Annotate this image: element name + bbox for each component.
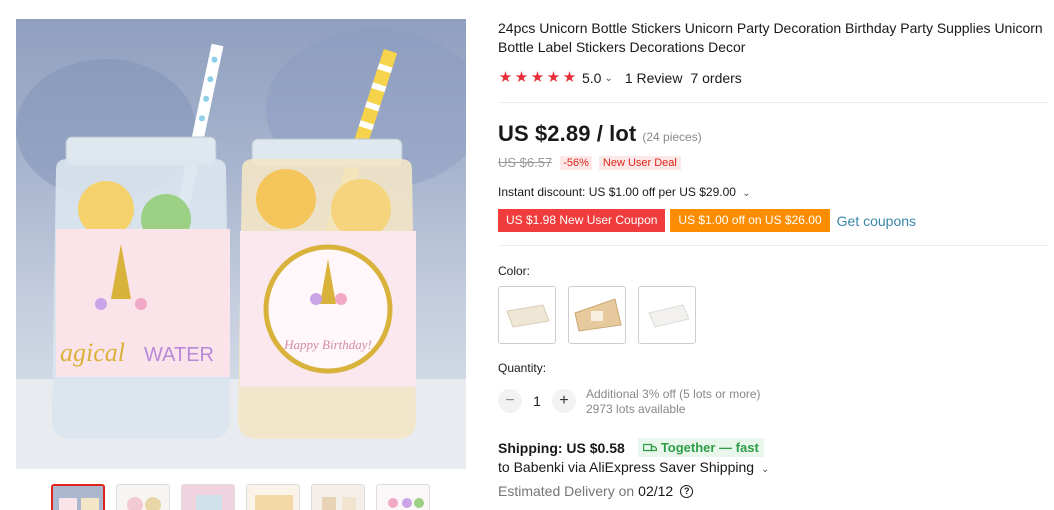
new-user-coupon[interactable]: US $1.98 New User Coupon xyxy=(498,209,666,232)
together-fast-badge: Together — fast xyxy=(637,438,764,457)
color-label: Color: xyxy=(498,264,531,278)
thumbnail-6[interactable] xyxy=(376,484,430,510)
chevron-down-icon: ⌄ xyxy=(760,464,770,475)
delivery-prefix: Estimated Delivery on xyxy=(498,483,635,499)
color-option-1[interactable] xyxy=(498,286,556,344)
svg-text:WATER: WATER xyxy=(144,344,214,366)
color-option-3[interactable] xyxy=(638,286,696,344)
quantity-note: Additional 3% off (5 lots or more) 2973 … xyxy=(586,387,761,417)
estimated-delivery: Estimated Delivery on 02/12 ? xyxy=(498,483,694,499)
main-product-image[interactable]: agical WATER Happy Birthday! xyxy=(16,19,466,469)
stock-available: 2973 lots available xyxy=(586,402,686,416)
chevron-down-icon: ⌄ xyxy=(742,188,751,199)
original-price-row: US $6.57 -56% New User Deal xyxy=(498,155,681,170)
discount-badge: -56% xyxy=(560,155,592,170)
shipping-row: Shipping: US $0.58 Together — fast xyxy=(498,438,764,457)
together-fast-label: Together — fast xyxy=(660,440,759,455)
original-price: US $6.57 xyxy=(498,155,553,170)
delivery-date: 02/12 xyxy=(638,483,674,499)
decrease-quantity-button[interactable]: − xyxy=(498,389,522,413)
star-icon: ★ xyxy=(514,69,529,86)
rating-score[interactable]: 5.0 xyxy=(582,70,601,86)
rating-row: ★ ★ ★ ★ ★ 5.0 ⌄ 1 Review 7 orders xyxy=(498,69,742,87)
thumbnail-5[interactable] xyxy=(311,484,365,510)
color-option-2[interactable] xyxy=(568,286,626,344)
pieces-count: (24 pieces) xyxy=(642,130,702,144)
divider xyxy=(498,245,1048,246)
thumbnail-3[interactable] xyxy=(181,484,235,510)
thumbnail-1[interactable] xyxy=(51,484,105,510)
shipping-destination[interactable]: to Babenki via AliExpress Saver Shipping… xyxy=(498,459,769,475)
shipping-price: Shipping: US $0.58 xyxy=(498,439,625,456)
thumbnail-2[interactable] xyxy=(116,484,170,510)
thumbnail-4[interactable] xyxy=(246,484,300,510)
star-icon: ★ xyxy=(562,69,577,86)
shipping-method-text: to Babenki via AliExpress Saver Shipping xyxy=(498,459,755,475)
quantity-label: Quantity: xyxy=(498,361,547,375)
instant-discount-text: Instant discount: US $1.00 off per US $2… xyxy=(498,185,736,199)
star-icon: ★ xyxy=(530,69,545,86)
coupon-row: US $1.98 New User Coupon US $1.00 off on… xyxy=(498,209,916,232)
bulk-discount-note: Additional 3% off (5 lots or more) xyxy=(586,387,761,401)
divider xyxy=(498,102,1048,103)
quantity-input[interactable]: 1 xyxy=(522,393,552,409)
reviews-link[interactable]: 1 Review xyxy=(625,70,683,86)
product-title: 24pcs Unicorn Bottle Stickers Unicorn Pa… xyxy=(498,20,1043,55)
chevron-down-icon[interactable]: ⌄ xyxy=(604,73,612,84)
store-coupon[interactable]: US $1.00 off on US $26.00 xyxy=(670,209,830,232)
price-row: US $2.89 / lot (24 pieces) xyxy=(498,121,702,147)
instant-discount[interactable]: Instant discount: US $1.00 off per US $2… xyxy=(498,185,751,199)
help-circle-icon[interactable]: ? xyxy=(680,484,694,498)
quantity-stepper: − 1 + xyxy=(498,389,576,413)
star-icon: ★ xyxy=(546,69,561,86)
svg-text:Happy Birthday!: Happy Birthday! xyxy=(283,337,372,352)
star-icon: ★ xyxy=(498,69,513,86)
get-coupons-link[interactable]: Get coupons xyxy=(837,213,916,229)
star-rating[interactable]: ★ ★ ★ ★ ★ xyxy=(498,70,577,86)
truck-icon xyxy=(642,443,657,451)
new-user-deal-badge: New User Deal xyxy=(598,155,681,170)
increase-quantity-button[interactable]: + xyxy=(552,389,576,413)
current-price: US $2.89 / lot xyxy=(498,121,637,146)
svg-text:agical: agical xyxy=(60,338,125,367)
orders-count: 7 orders xyxy=(690,70,742,86)
